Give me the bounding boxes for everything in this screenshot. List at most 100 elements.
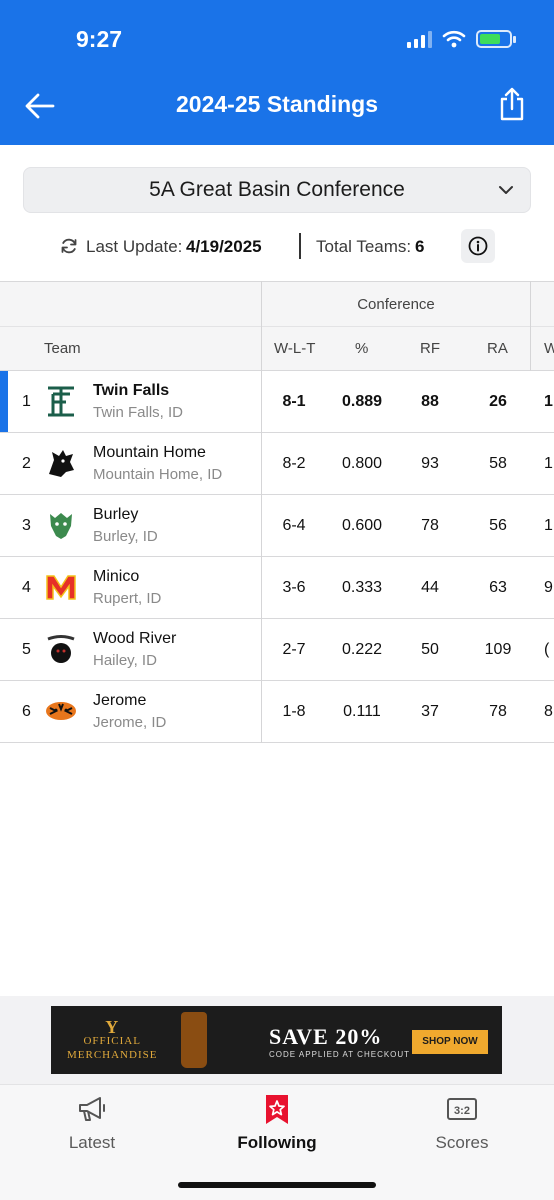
cell-rf: 88 <box>421 393 439 410</box>
tab-following[interactable]: Following <box>185 1085 369 1165</box>
col-team: Team <box>44 340 81 357</box>
burley-logo-icon <box>50 513 72 539</box>
cell-wlt: 8-1 <box>282 393 306 410</box>
cell-ra: 26 <box>489 393 507 410</box>
cell-w: ( <box>544 641 550 658</box>
cell-wlt: 8-2 <box>282 455 306 472</box>
cell-rf: 93 <box>421 455 439 472</box>
app-header: 9:27 2024-25 Standings <box>0 0 554 145</box>
table-row[interactable]: 5 Wood River Hailey, ID 2-7 0.222 50 109… <box>0 619 554 681</box>
cell-wlt: 1-8 <box>282 703 306 720</box>
table-row[interactable]: 4 Minico Rupert, ID 3-6 0.333 44 63 9 <box>0 557 554 619</box>
cellular-signal-icon <box>407 30 432 48</box>
conference-dropdown-label: 5A Great Basin Conference <box>149 178 405 201</box>
table-row[interactable]: 1 Twin Falls Twin Falls, ID 8-1 0.889 88… <box>0 371 554 433</box>
cell-w: 1 <box>544 455 553 472</box>
table-group-header: Conference <box>0 281 554 327</box>
col-rf: RF <box>420 340 440 357</box>
team-location: Rupert, ID <box>93 590 162 607</box>
table-column-header: Team W-L-T % RF RA W <box>0 327 554 371</box>
cell-ra: 78 <box>489 703 507 720</box>
team-name: Burley <box>93 506 139 523</box>
ad-banner[interactable]: Y OFFICIAL MERCHANDISE SAVE 20% CODE APP… <box>51 1006 502 1074</box>
team-name: Minico <box>93 568 140 585</box>
megaphone-icon <box>79 1097 105 1121</box>
chevron-down-icon <box>499 186 513 194</box>
last-update-value: 4/19/2025 <box>186 237 262 256</box>
team-location: Twin Falls, ID <box>93 404 184 421</box>
twin-falls-logo-icon <box>48 386 74 417</box>
battery-icon <box>476 30 516 48</box>
ad-logo-icon: Y <box>105 1017 120 1037</box>
minico-logo-icon <box>46 575 76 600</box>
tab-latest-label: Latest <box>68 1133 116 1152</box>
home-indicator <box>178 1182 376 1188</box>
cell-pct: 0.889 <box>341 393 383 410</box>
cell-ra: 63 <box>489 579 507 596</box>
ad-merch-line2: MERCHANDISE <box>67 1049 158 1061</box>
status-time: 9:27 <box>76 26 123 52</box>
team-rank: 1 <box>22 393 31 410</box>
scoreboard-icon: 3:2 <box>447 1098 477 1120</box>
mountain-home-logo-icon <box>49 450 74 477</box>
cell-pct: 0.333 <box>341 579 383 596</box>
conference-dropdown[interactable]: 5A Great Basin Conference <box>23 167 531 213</box>
jerome-logo-icon <box>46 702 76 720</box>
team-rank: 2 <box>22 455 31 472</box>
cell-w: 8 <box>544 703 553 720</box>
cell-ra: 56 <box>489 517 507 534</box>
col-ra: RA <box>487 340 508 357</box>
cell-rf: 44 <box>421 579 439 596</box>
cell-ra: 58 <box>489 455 507 472</box>
team-name: Twin Falls <box>93 382 170 399</box>
ad-shop-now-button[interactable]: SHOP NOW <box>412 1030 488 1054</box>
refresh-icon <box>61 238 77 254</box>
tab-latest[interactable]: Latest <box>0 1085 184 1165</box>
team-location: Hailey, ID <box>93 652 157 669</box>
team-location: Jerome, ID <box>93 714 167 731</box>
table-row[interactable]: 3 Burley Burley, ID 6-4 0.600 78 56 1 <box>0 495 554 557</box>
svg-text:3:2: 3:2 <box>454 1105 470 1117</box>
table-row[interactable]: 2 Mountain Home Mountain Home, ID 8-2 0.… <box>0 433 554 495</box>
conference-group-label: Conference <box>357 296 435 313</box>
cell-ra: 109 <box>484 641 512 658</box>
team-name: Mountain Home <box>93 444 206 461</box>
cell-rf: 37 <box>421 703 439 720</box>
ad-subline: CODE APPLIED AT CHECKOUT <box>269 1050 411 1059</box>
star-bookmark-icon <box>266 1095 288 1124</box>
tab-scores-label: Scores <box>435 1133 489 1152</box>
info-icon <box>468 236 488 256</box>
standings-meta: Last Update: 4/19/2025 Total Teams: 6 <box>0 229 554 263</box>
team-name: Jerome <box>93 692 147 709</box>
col-wlt: W-L-T <box>274 340 316 357</box>
cell-wlt: 3-6 <box>282 579 306 596</box>
cell-rf: 78 <box>421 517 439 534</box>
column-divider <box>261 281 262 743</box>
cell-w: 9 <box>544 579 553 596</box>
column-divider <box>530 281 531 371</box>
team-rank: 5 <box>22 641 31 658</box>
ad-merch-text: Y OFFICIAL MERCHANDISE <box>67 1017 158 1062</box>
last-update-label: Last Update: <box>86 237 183 256</box>
cell-wlt: 2-7 <box>282 641 306 658</box>
ad-bottle-image <box>181 1012 207 1068</box>
info-button[interactable] <box>461 229 495 263</box>
cell-pct: 0.111 <box>343 703 381 720</box>
total-teams-value: 6 <box>415 237 425 256</box>
page-title: 2024-25 Standings <box>176 91 378 117</box>
team-location: Mountain Home, ID <box>93 466 223 483</box>
cell-rf: 50 <box>421 641 439 658</box>
col-w: W <box>544 340 554 357</box>
wifi-icon <box>442 30 466 48</box>
status-icons <box>407 30 516 48</box>
share-icon[interactable] <box>498 86 526 122</box>
cell-w: 1 <box>544 517 553 534</box>
table-row[interactable]: 6 Jerome Jerome, ID 1-8 0.111 37 78 8 <box>0 681 554 743</box>
team-location: Burley, ID <box>93 528 158 545</box>
col-pct: % <box>355 340 369 357</box>
cell-pct: 0.600 <box>341 517 383 534</box>
cell-pct: 0.222 <box>341 641 383 658</box>
cell-w: 1 <box>544 393 553 410</box>
tab-scores[interactable]: 3:2 Scores <box>370 1085 554 1165</box>
tab-following-label: Following <box>237 1133 317 1152</box>
